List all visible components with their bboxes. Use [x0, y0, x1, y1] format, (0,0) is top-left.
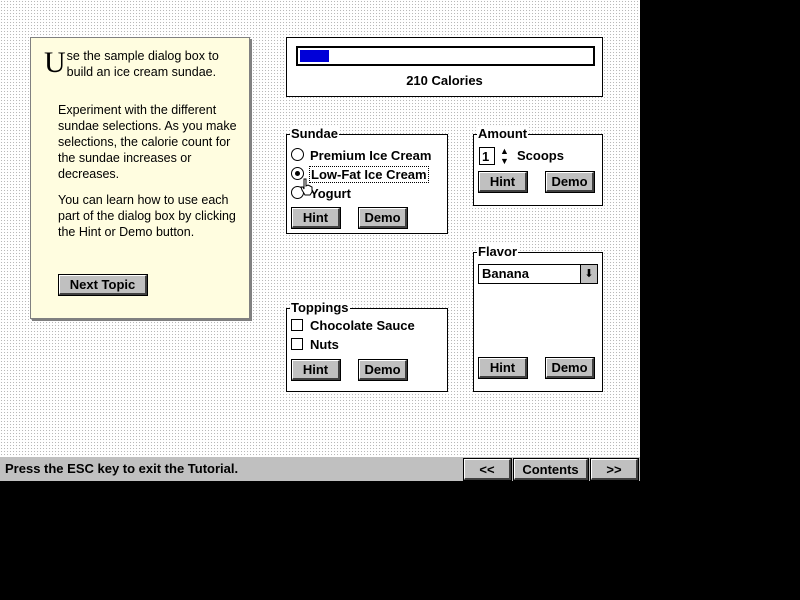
- checkbox-label: Chocolate Sauce: [310, 318, 415, 333]
- status-bar: Press the ESC key to exit the Tutorial. …: [0, 456, 640, 481]
- toppings-hint-button[interactable]: Hint: [291, 359, 341, 381]
- info-panel: Use the sample dialog box to build an ic…: [30, 37, 250, 319]
- status-message: Press the ESC key to exit the Tutorial.: [5, 461, 239, 476]
- calorie-meter: 210 Calories: [286, 37, 603, 97]
- dropdown-arrow-icon[interactable]: ⬇: [580, 265, 597, 283]
- radio-premium-ice-cream[interactable]: Premium Ice Cream: [291, 148, 431, 164]
- checkbox-label: Nuts: [310, 337, 339, 352]
- checkbox-nuts[interactable]: Nuts: [291, 337, 339, 353]
- calorie-count: 210 Calories: [406, 73, 483, 88]
- spin-up-icon[interactable]: ▲: [499, 146, 510, 156]
- sundae-group-title: Sundae: [290, 126, 339, 141]
- toppings-demo-button[interactable]: Demo: [358, 359, 408, 381]
- checkbox-chocolate-sauce[interactable]: Chocolate Sauce: [291, 318, 415, 334]
- calorie-progress-fill: [300, 50, 329, 62]
- radio-label: Low-Fat Ice Cream: [309, 166, 429, 183]
- amount-demo-button[interactable]: Demo: [545, 171, 595, 193]
- flavor-hint-button[interactable]: Hint: [478, 357, 528, 379]
- sundae-demo-button[interactable]: Demo: [358, 207, 408, 229]
- next-button[interactable]: >>: [590, 458, 639, 481]
- spin-down-icon[interactable]: ▼: [499, 156, 510, 166]
- amount-hint-button[interactable]: Hint: [478, 171, 528, 193]
- flavor-group: Flavor Banana ⬇ Hint Demo: [473, 244, 603, 392]
- hand-pointer-icon: [300, 178, 313, 196]
- flavor-dropdown[interactable]: Banana ⬇: [478, 264, 598, 284]
- scoops-spin-input[interactable]: 1: [479, 147, 495, 165]
- radio-label: Premium Ice Cream: [310, 148, 432, 163]
- amount-group-title: Amount: [477, 126, 529, 141]
- checkbox-icon[interactable]: [291, 338, 303, 350]
- flavor-selected-value: Banana: [482, 266, 529, 281]
- checkbox-icon[interactable]: [291, 319, 303, 331]
- intro-text: se the sample dialog box to build an ice…: [66, 49, 219, 79]
- experiment-paragraph: Experiment with the different sundae sel…: [58, 103, 237, 181]
- scoops-spinner[interactable]: ▲ ▼: [499, 146, 510, 166]
- next-topic-button[interactable]: Next Topic: [58, 274, 148, 296]
- scoops-label: Scoops: [517, 148, 564, 163]
- toppings-group: Toppings Chocolate Sauce Nuts Hint Demo: [286, 300, 448, 392]
- toppings-group-title: Toppings: [290, 300, 350, 315]
- radio-label: Yogurt: [310, 186, 351, 201]
- intro-paragraph: Use the sample dialog box to build an ic…: [44, 48, 244, 80]
- amount-group: Amount 1 ▲ ▼ Scoops Hint Demo: [473, 126, 603, 206]
- drop-cap: U: [44, 46, 66, 79]
- flavor-demo-button[interactable]: Demo: [545, 357, 595, 379]
- calorie-progress-track: [296, 46, 595, 66]
- tutorial-screen: Use the sample dialog box to build an ic…: [0, 0, 640, 456]
- contents-button[interactable]: Contents: [513, 458, 589, 481]
- flavor-group-title: Flavor: [477, 244, 519, 259]
- radio-button-icon[interactable]: [291, 148, 304, 161]
- hint-demo-paragraph: You can learn how to use each part of th…: [58, 193, 236, 239]
- sundae-hint-button[interactable]: Hint: [291, 207, 341, 229]
- previous-button[interactable]: <<: [463, 458, 512, 481]
